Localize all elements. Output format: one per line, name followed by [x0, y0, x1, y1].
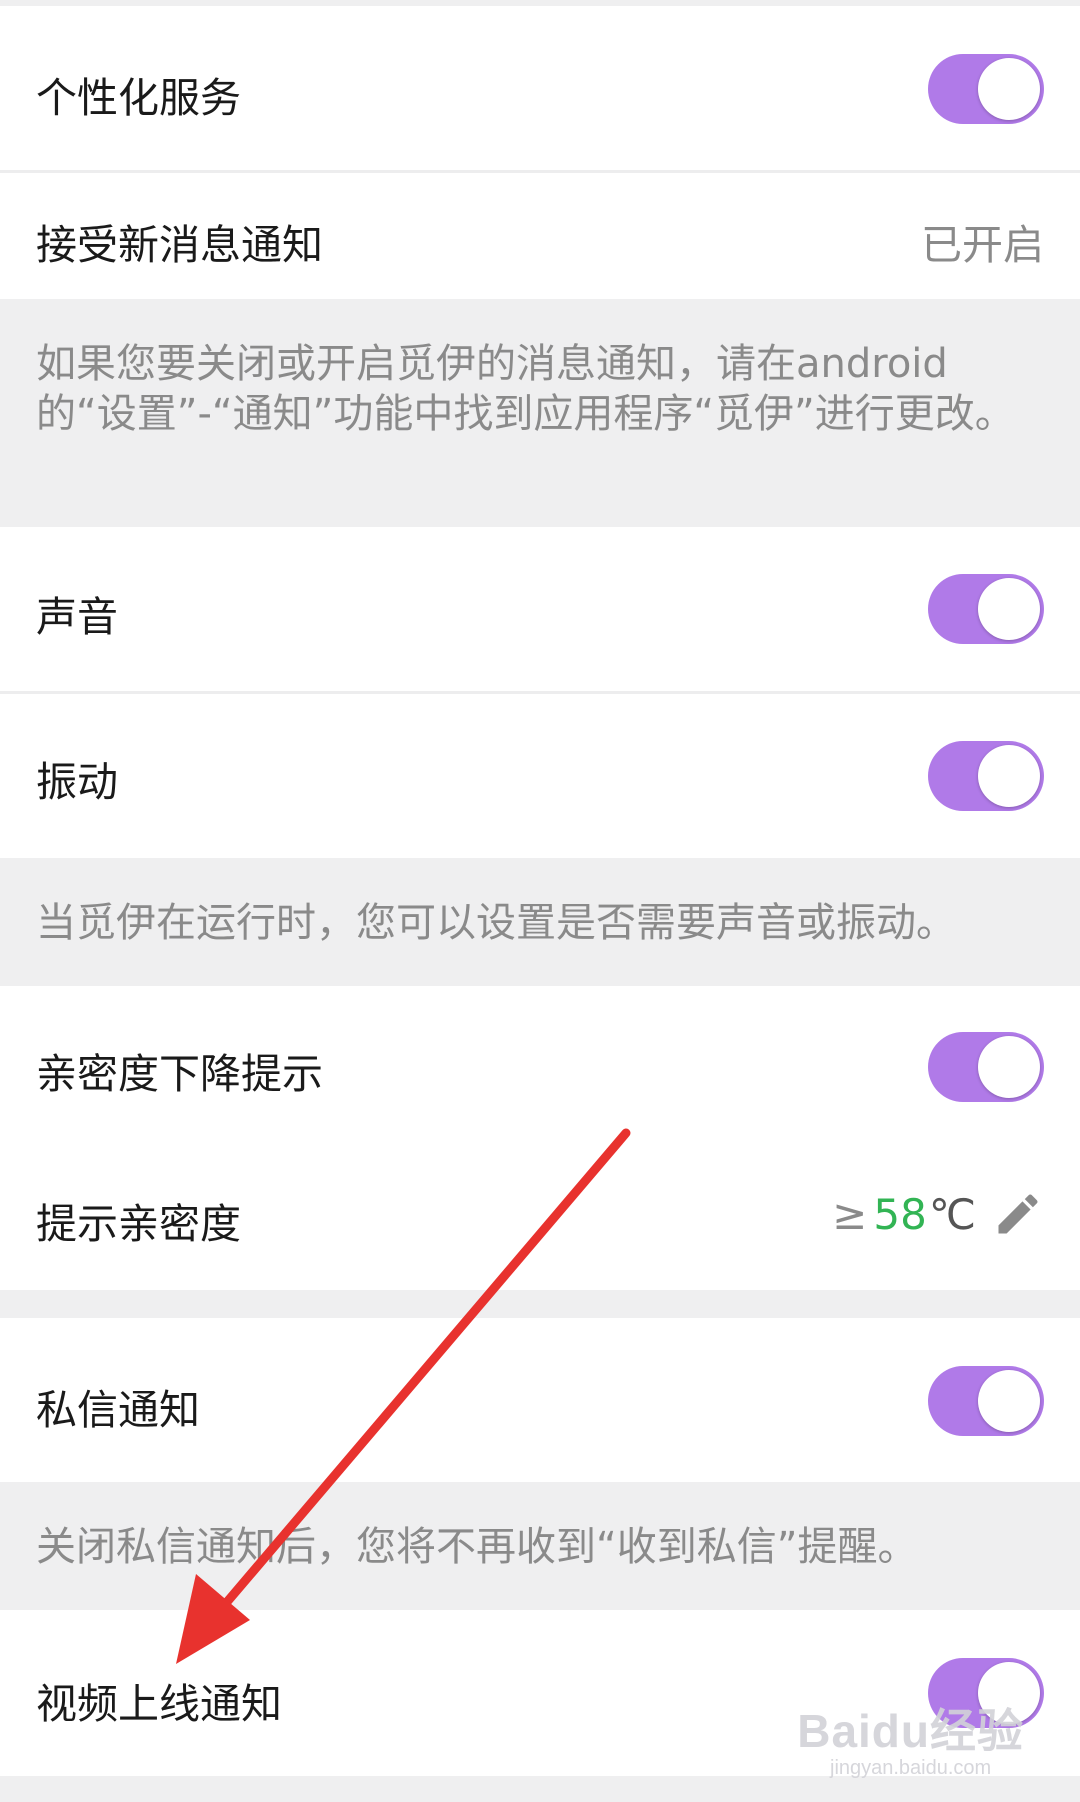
intimacy-threshold-label: 提示亲密度 — [36, 1200, 241, 1248]
row-intimacy-threshold[interactable]: 提示亲密度 ≥ 58 ℃ — [0, 1136, 1080, 1290]
sound-toggle[interactable] — [928, 574, 1044, 644]
row-personalized-service: 个性化服务 — [0, 6, 1080, 170]
android-notification-note: 如果您要关闭或开启觅伊的消息通知，请在android的“设置”-“通知”功能中找… — [0, 299, 1080, 527]
intimacy-threshold-value[interactable]: ≥ 58 ℃ — [832, 1184, 1044, 1244]
intimacy-drop-toggle[interactable] — [928, 1032, 1044, 1102]
intimacy-drop-label: 亲密度下降提示 — [36, 1050, 323, 1098]
row-vibration: 振动 — [0, 694, 1080, 858]
watermark-url: jingyan.baidu.com — [830, 1757, 992, 1779]
toggle-knob — [978, 1036, 1040, 1098]
sound-vibration-note: 当觅伊在运行时，您可以设置是否需要声音或振动。 — [0, 858, 1080, 986]
new-message-notice-status: 已开启 — [921, 221, 1044, 269]
row-sound: 声音 — [0, 527, 1080, 691]
video-online-label: 视频上线通知 — [36, 1680, 282, 1728]
watermark-brand: Baidu经验 — [797, 1705, 1024, 1757]
pencil-icon[interactable] — [992, 1188, 1044, 1240]
personalized-service-toggle[interactable] — [928, 54, 1044, 124]
toggle-knob — [978, 1370, 1040, 1432]
sound-label: 声音 — [36, 593, 118, 641]
row-private-message: 私信通知 — [0, 1318, 1080, 1482]
row-intimacy-drop: 亲密度下降提示 — [0, 986, 1080, 1136]
vibration-label: 振动 — [36, 758, 118, 806]
greater-equal-symbol: ≥ — [832, 1189, 868, 1239]
vibration-toggle[interactable] — [928, 741, 1044, 811]
private-message-label: 私信通知 — [36, 1386, 200, 1434]
toggle-knob — [978, 578, 1040, 640]
private-message-note: 关闭私信通知后，您将不再收到“收到私信”提醒。 — [0, 1482, 1080, 1610]
intimacy-unit: ℃ — [928, 1189, 976, 1239]
personalized-service-label: 个性化服务 — [36, 74, 241, 122]
new-message-notice-label: 接受新消息通知 — [36, 221, 323, 269]
baidu-watermark: Baidu经验 jingyan.baidu.com — [797, 1695, 1024, 1780]
toggle-knob — [978, 58, 1040, 120]
row-new-message-notice[interactable]: 接受新消息通知 已开启 — [0, 173, 1080, 299]
toggle-knob — [978, 745, 1040, 807]
private-message-toggle[interactable] — [928, 1366, 1044, 1436]
intimacy-number: 58 — [873, 1189, 927, 1239]
